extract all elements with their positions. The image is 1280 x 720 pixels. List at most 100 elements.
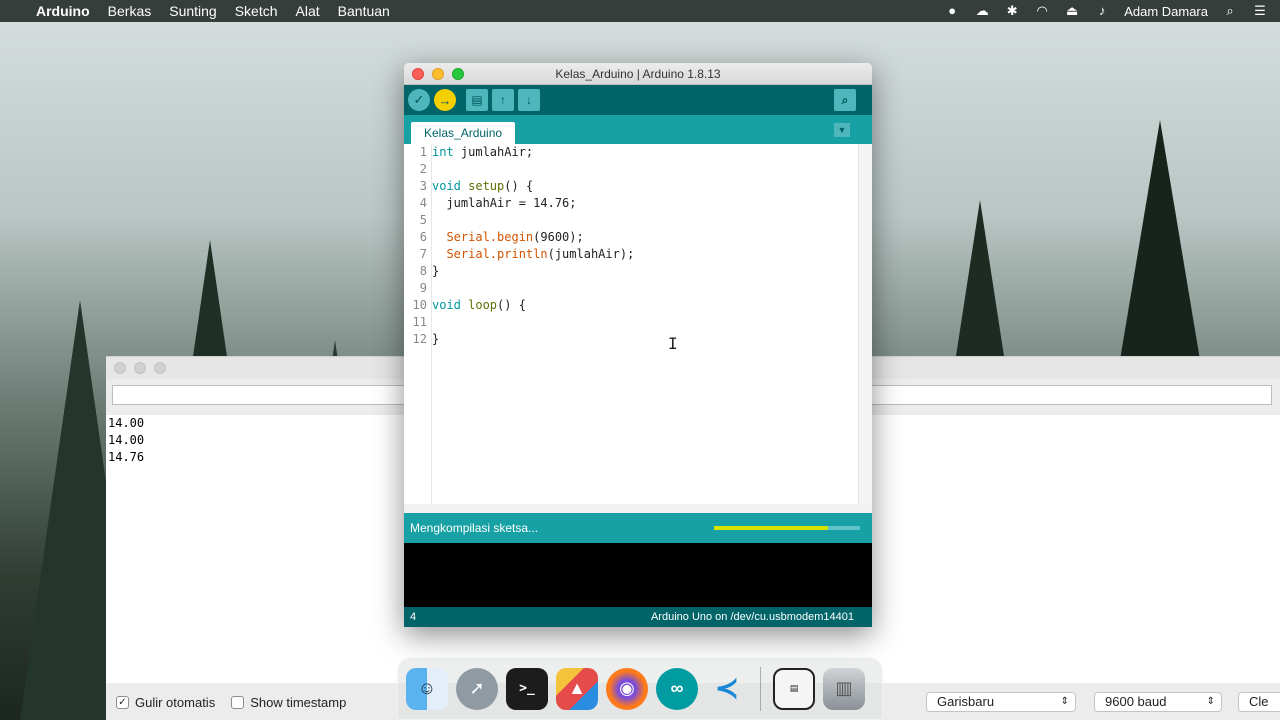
dock: ☺ ➚ >_ ▲ ◉ ∞ ≺ ▤ ▥ bbox=[397, 657, 883, 720]
finder-icon[interactable]: ☺ bbox=[406, 667, 448, 710]
menu-item-alat[interactable]: Alat bbox=[296, 3, 320, 19]
baud-value: 9600 baud bbox=[1105, 694, 1167, 709]
autoscroll-label: Gulir otomatis bbox=[135, 694, 216, 710]
code-line: void loop() { bbox=[432, 297, 634, 314]
console-splitter[interactable] bbox=[404, 504, 872, 513]
new-file-icon: ▤ bbox=[471, 93, 483, 107]
line-number: 5 bbox=[419, 213, 427, 227]
magnifier-icon: ⌕ bbox=[841, 92, 849, 107]
launchpad-icon[interactable]: ➚ bbox=[456, 667, 498, 710]
select-arrows-icon: ⇕ bbox=[1060, 696, 1069, 707]
eject-icon[interactable]: ⏏ bbox=[1064, 4, 1080, 18]
code-token: Serial bbox=[432, 230, 490, 244]
menu-bar: Arduino Berkas Sunting Sketch Alat Bantu… bbox=[0, 0, 1280, 22]
verify-button[interactable]: ✓ bbox=[408, 89, 430, 111]
code-token: () { bbox=[504, 179, 534, 193]
code-line: Serial.println(jumlahAir); bbox=[432, 246, 634, 263]
code-token: .begin bbox=[489, 230, 534, 244]
timestamp-label: Show timestamp bbox=[250, 694, 347, 710]
code-line: jumlahAir = 14.76; bbox=[432, 196, 577, 210]
code-token: void bbox=[432, 179, 461, 193]
timestamp-toggle[interactable]: Show timestamp bbox=[231, 695, 346, 710]
code-line: Serial.begin(9600); bbox=[432, 229, 634, 246]
code-line: } bbox=[432, 332, 440, 346]
document-thumbnail-icon[interactable]: ▤ bbox=[773, 667, 815, 710]
tab-menu-dropdown-icon[interactable]: ▼ bbox=[834, 123, 850, 137]
bluetooth-icon[interactable]: ✱ bbox=[1004, 4, 1020, 18]
autoscroll-checkbox[interactable]: ✓ bbox=[116, 695, 129, 709]
line-number: 2 bbox=[419, 162, 427, 176]
trash-icon[interactable]: ▥ bbox=[823, 667, 865, 710]
line-number: 1 bbox=[419, 145, 427, 159]
ide-footer: 4 Arduino Uno on /dev/cu.usbmodem14401 bbox=[404, 607, 872, 627]
tab-kelas-arduino[interactable]: Kelas_Arduino bbox=[411, 122, 516, 144]
line-ending-select[interactable]: Garisbaru ⇕ bbox=[926, 692, 1076, 712]
record-icon[interactable]: ● bbox=[944, 4, 960, 18]
wifi-icon[interactable]: ◠ bbox=[1034, 4, 1050, 18]
autoscroll-toggle[interactable]: ✓ Gulir otomatis bbox=[116, 695, 215, 710]
line-number: 9 bbox=[419, 281, 427, 295]
code-text[interactable]: int jumlahAir; void setup() { jumlahAir … bbox=[432, 144, 634, 348]
save-sketch-button[interactable]: ↓ bbox=[518, 89, 540, 111]
code-token: (jumlahAir); bbox=[547, 247, 635, 261]
code-line: } bbox=[432, 264, 440, 278]
menu-item-bantuan[interactable]: Bantuan bbox=[338, 3, 390, 19]
clear-output-label: Cle bbox=[1249, 694, 1269, 709]
board-port-info: Arduino Uno on /dev/cu.usbmodem14401 bbox=[650, 611, 854, 623]
line-number: 7 bbox=[419, 247, 427, 261]
clear-output-button[interactable]: Cle bbox=[1238, 692, 1280, 712]
search-icon[interactable]: ⌕ bbox=[1222, 4, 1238, 18]
arrow-right-icon: → bbox=[438, 92, 452, 108]
firefox-icon[interactable]: ◉ bbox=[606, 667, 648, 710]
menu-item-sketch[interactable]: Sketch bbox=[235, 3, 278, 19]
code-token: () { bbox=[497, 298, 526, 312]
arrow-up-icon: ↑ bbox=[500, 93, 506, 107]
baud-select[interactable]: 9600 baud ⇕ bbox=[1094, 692, 1222, 712]
menu-item-berkas[interactable]: Berkas bbox=[108, 3, 152, 19]
code-token: loop bbox=[460, 298, 498, 312]
code-editor[interactable]: 1 2 3 4 5 6 7 8 9 10 11 12 int jumlahAir… bbox=[404, 144, 872, 504]
zoom-button[interactable] bbox=[154, 362, 166, 374]
serial-monitor-button[interactable]: ⌕ bbox=[834, 89, 856, 111]
vscode-icon[interactable]: ≺ bbox=[706, 668, 748, 710]
check-icon: ✓ bbox=[413, 92, 425, 107]
upload-button[interactable]: → bbox=[434, 89, 456, 111]
open-sketch-button[interactable]: ↑ bbox=[492, 89, 514, 111]
code-token: void bbox=[432, 298, 461, 312]
line-number: 6 bbox=[419, 230, 427, 244]
menu-app-name[interactable]: Arduino bbox=[36, 3, 90, 19]
text-cursor-icon: I bbox=[668, 334, 678, 353]
timestamp-checkbox[interactable] bbox=[231, 695, 245, 709]
cloud-upload-icon[interactable]: ☁ bbox=[974, 4, 990, 18]
code-token: (9600); bbox=[533, 230, 584, 244]
compile-progress-fill bbox=[714, 526, 828, 530]
line-number: 11 bbox=[412, 315, 427, 329]
terminal-icon[interactable]: >_ bbox=[506, 667, 548, 710]
arduino-icon[interactable]: ∞ bbox=[656, 667, 698, 710]
line-number: 12 bbox=[412, 332, 427, 346]
close-button[interactable] bbox=[114, 362, 126, 374]
new-sketch-button[interactable]: ▤ bbox=[466, 89, 488, 111]
minimize-button[interactable] bbox=[134, 362, 146, 374]
code-token: int bbox=[432, 145, 454, 159]
console-output bbox=[404, 543, 872, 607]
menu-item-sunting[interactable]: Sunting bbox=[169, 3, 216, 19]
editor-scrollbar[interactable] bbox=[858, 144, 872, 504]
current-line-number: 4 bbox=[410, 611, 417, 623]
code-token: Serial bbox=[432, 247, 490, 261]
airtable-icon[interactable]: ▲ bbox=[556, 667, 598, 710]
line-ending-value: Garisbaru bbox=[937, 694, 995, 709]
line-number: 4 bbox=[419, 196, 427, 210]
volume-icon[interactable]: ♪ bbox=[1094, 4, 1110, 18]
control-center-icon[interactable]: ☰ bbox=[1252, 4, 1268, 18]
user-name[interactable]: Adam Damara bbox=[1124, 4, 1208, 19]
ide-toolbar: ✓ → ▤ ↑ ↓ ⌕ bbox=[404, 85, 872, 115]
dock-separator bbox=[760, 666, 761, 711]
line-number-gutter: 1 2 3 4 5 6 7 8 9 10 11 12 bbox=[404, 144, 432, 504]
line-number: 8 bbox=[419, 264, 427, 278]
arrow-down-icon: ↓ bbox=[526, 93, 532, 107]
line-number: 10 bbox=[412, 298, 427, 312]
